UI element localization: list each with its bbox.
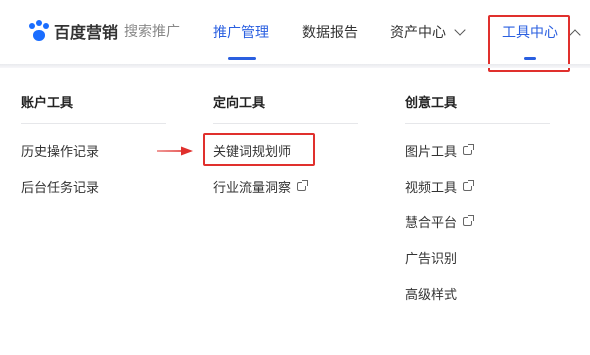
menu-item-label: 历史操作记录 — [21, 145, 100, 160]
column-divider — [405, 123, 550, 124]
external-link-icon — [463, 215, 475, 226]
menu-item-operation-history[interactable]: 历史操作记录 — [21, 141, 99, 160]
highlight-box-keyword-planner — [203, 133, 315, 166]
header-divider — [0, 64, 590, 68]
column-divider — [213, 123, 358, 124]
menu-item-label: 行业流量洞察 — [213, 181, 292, 196]
menu-item-advanced-styles[interactable]: 高级样式 — [405, 284, 457, 303]
nav-tab-campaign-management[interactable]: 推广管理 — [213, 0, 269, 64]
nav-tab-data-reports[interactable]: 数据报告 — [302, 0, 358, 64]
menu-item-background-tasks[interactable]: 后台任务记录 — [21, 177, 99, 196]
menu-item-video-tool[interactable]: 视频工具 — [405, 177, 475, 196]
external-link-icon — [297, 180, 309, 191]
nav-tab-label: 数据报告 — [302, 25, 358, 41]
nav-tab-asset-center[interactable]: 资产中心 — [390, 0, 466, 64]
menu-item-label: 广告识别 — [405, 252, 458, 267]
annotation-arrow-icon — [157, 146, 193, 156]
menu-item-label: 高级样式 — [405, 288, 458, 303]
external-link-icon — [463, 144, 475, 155]
column-title-creative-tools: 创意工具 — [405, 96, 458, 111]
menu-item-huihe-platform[interactable]: 慧合平台 — [405, 212, 475, 231]
menu-item-label: 慧合平台 — [405, 216, 458, 231]
chevron-up-icon[interactable] — [569, 29, 581, 41]
top-navigation-bar: 百度营销 搜索推广 推广管理 数据报告 资产中心 工具中心 — [0, 0, 590, 72]
menu-item-label: 后台任务记录 — [21, 181, 100, 196]
menu-item-industry-traffic-insights[interactable]: 行业流量洞察 — [213, 177, 309, 196]
chevron-down-icon — [454, 23, 466, 36]
paw-logo-icon — [28, 20, 50, 42]
baidu-marketing-logo[interactable]: 百度营销 搜索推广 — [28, 18, 180, 44]
column-divider — [21, 123, 166, 124]
logo-brand-text: 百度营销 — [54, 23, 119, 42]
logo-product-text: 搜索推广 — [124, 24, 181, 40]
menu-item-image-tool[interactable]: 图片工具 — [405, 141, 475, 160]
nav-tab-label: 资产中心 — [390, 25, 446, 41]
nav-tab-label: 推广管理 — [213, 25, 269, 41]
external-link-icon — [463, 180, 475, 191]
menu-item-label: 视频工具 — [405, 181, 458, 196]
menu-item-ad-recognition[interactable]: 广告识别 — [405, 248, 457, 267]
menu-item-label: 图片工具 — [405, 145, 458, 160]
nav-active-indicator — [228, 57, 256, 60]
column-title-targeting-tools: 定向工具 — [213, 96, 266, 111]
column-title-account-tools: 账户工具 — [21, 96, 74, 111]
